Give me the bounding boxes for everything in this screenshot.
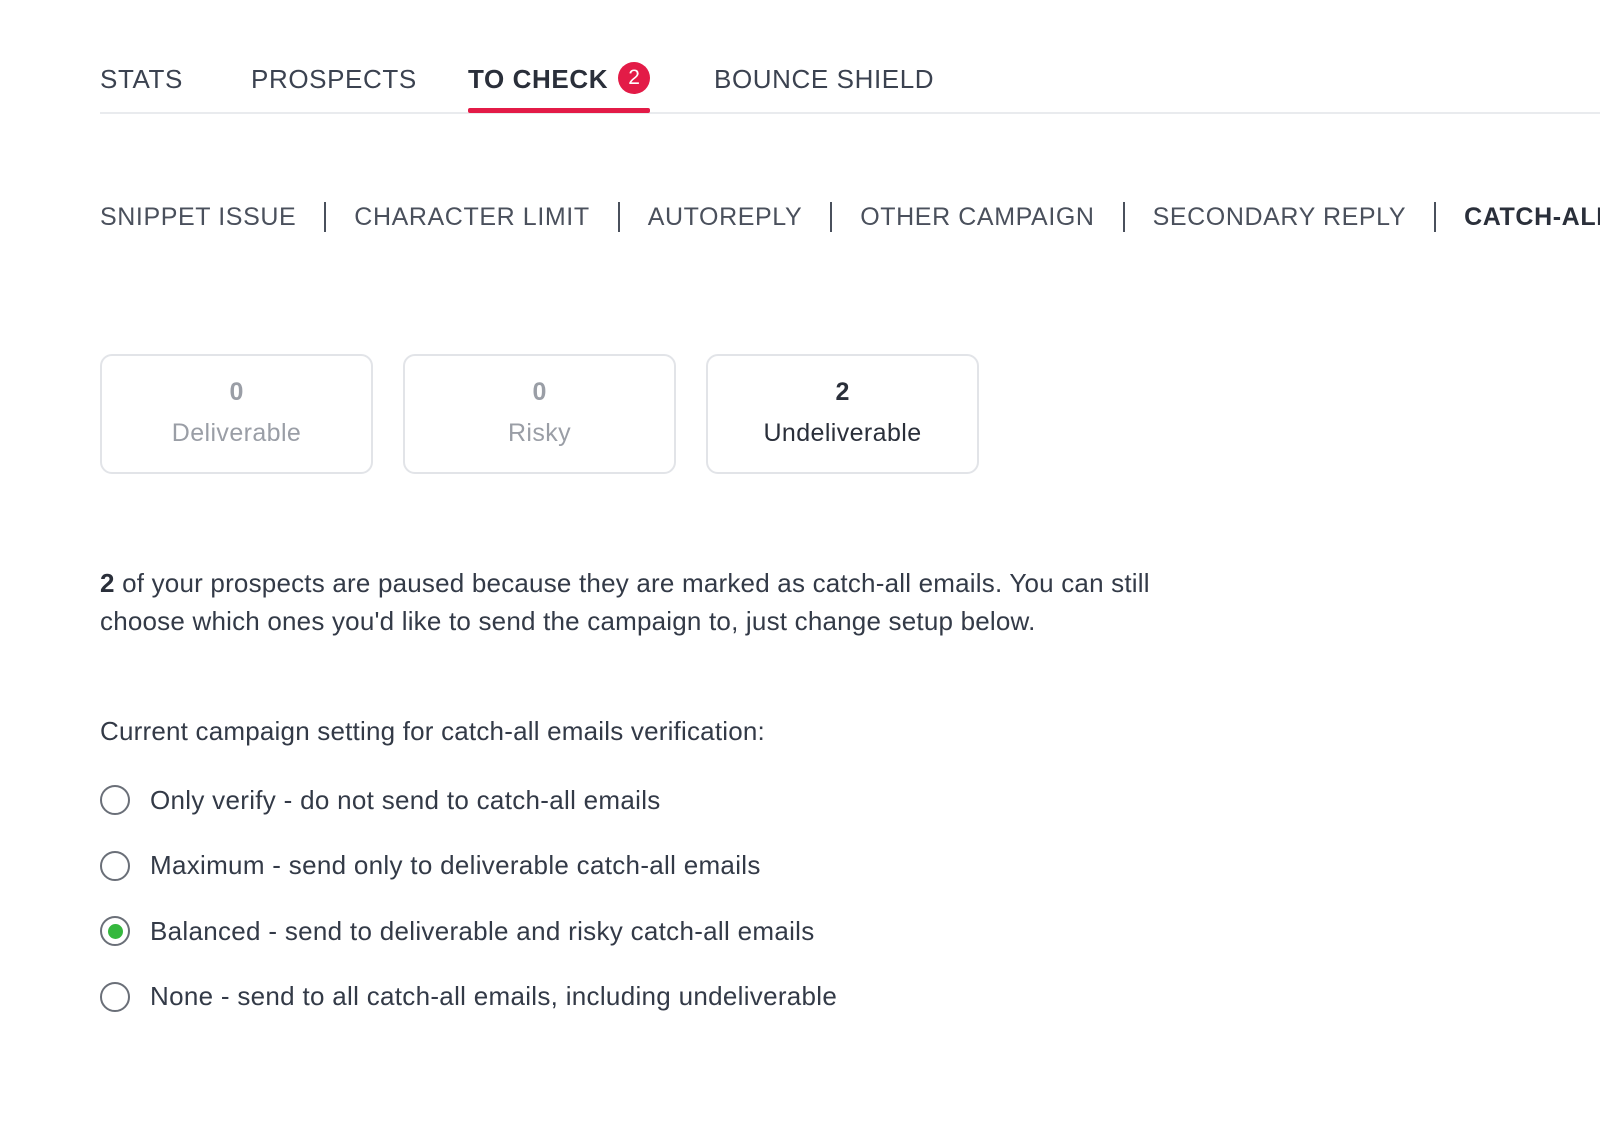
subtab-catch-all-label: CATCH-ALL <box>1464 202 1600 231</box>
subtab-catch-all[interactable]: CATCH-ALL 2 <box>1464 202 1600 232</box>
catch-all-description: 2 of your prospects are paused because t… <box>100 564 1160 640</box>
radio-none[interactable] <box>100 981 130 1012</box>
risky-card[interactable]: 0 Risky <box>403 354 676 474</box>
paused-count: 2 <box>100 568 115 598</box>
tab-to-check[interactable]: TO CHECK 2 <box>468 50 651 113</box>
divider <box>830 202 833 232</box>
risky-count: 0 <box>532 378 547 406</box>
top-tab-bar: STATS PROSPECTS TO CHECK 2 BOUNCE SHIELD <box>100 50 1600 114</box>
page: STATS PROSPECTS TO CHECK 2 BOUNCE SHIELD… <box>0 0 1600 1138</box>
radio-maximum[interactable] <box>100 850 130 881</box>
deliverable-label: Deliverable <box>171 419 302 447</box>
description-text: of your prospects are paused because the… <box>100 568 1150 636</box>
tab-bounce-shield-label: BOUNCE SHIELD <box>714 64 935 94</box>
option-balanced-label: Balanced - send to deliverable and risky… <box>150 915 815 946</box>
subtab-autoreply[interactable]: AUTOREPLY <box>648 203 803 232</box>
divider <box>324 202 327 232</box>
undeliverable-count: 2 <box>835 378 850 406</box>
tab-prospects[interactable]: PROSPECTS <box>251 50 417 112</box>
subtab-snippet-issue[interactable]: SNIPPET ISSUE <box>100 203 296 232</box>
divider <box>617 202 620 232</box>
tab-prospects-label: PROSPECTS <box>251 64 417 94</box>
undeliverable-label: Undeliverable <box>763 419 922 447</box>
option-only-verify-label: Only verify - do not send to catch-all e… <box>150 784 661 815</box>
option-none[interactable]: None - send to all catch-all emails, inc… <box>100 979 837 1015</box>
option-maximum-label: Maximum - send only to deliverable catch… <box>150 850 761 880</box>
option-none-label: None - send to all catch-all emails, inc… <box>150 981 838 1011</box>
deliverable-card[interactable]: 0 Deliverable <box>100 354 373 474</box>
radio-selected-dot <box>107 923 123 939</box>
verification-stat-cards: 0 Deliverable 0 Risky 2 Undeliverable <box>100 354 979 474</box>
tab-stats[interactable]: STATS <box>100 50 183 112</box>
subtab-character-limit[interactable]: CHARACTER LIMIT <box>354 203 589 232</box>
setting-label: Current campaign setting for catch-all e… <box>100 716 765 746</box>
option-maximum[interactable]: Maximum - send only to deliverable catch… <box>100 848 837 884</box>
option-balanced[interactable]: Balanced - send to deliverable and risky… <box>100 913 837 949</box>
to-check-count-badge: 2 <box>618 62 651 94</box>
radio-balanced[interactable] <box>100 916 130 946</box>
option-only-verify[interactable]: Only verify - do not send to catch-all e… <box>100 782 837 818</box>
deliverable-count: 0 <box>229 378 244 406</box>
divider <box>1434 202 1437 232</box>
subtab-secondary-reply[interactable]: SECONDARY REPLY <box>1153 203 1407 232</box>
tab-bounce-shield[interactable]: BOUNCE SHIELD <box>714 50 934 112</box>
tab-to-check-label: TO CHECK <box>468 64 609 94</box>
risky-label: Risky <box>507 419 572 447</box>
subtab-other-campaign[interactable]: OTHER CAMPAIGN <box>860 203 1094 232</box>
radio-only-verify[interactable] <box>100 785 130 815</box>
catch-all-setting-options: Only verify - do not send to catch-all e… <box>100 782 837 1044</box>
sub-tab-bar: SNIPPET ISSUE CHARACTER LIMIT AUTOREPLY … <box>100 196 1600 238</box>
tab-stats-label: STATS <box>100 64 183 94</box>
divider <box>1122 202 1125 232</box>
undeliverable-card[interactable]: 2 Undeliverable <box>706 354 979 474</box>
